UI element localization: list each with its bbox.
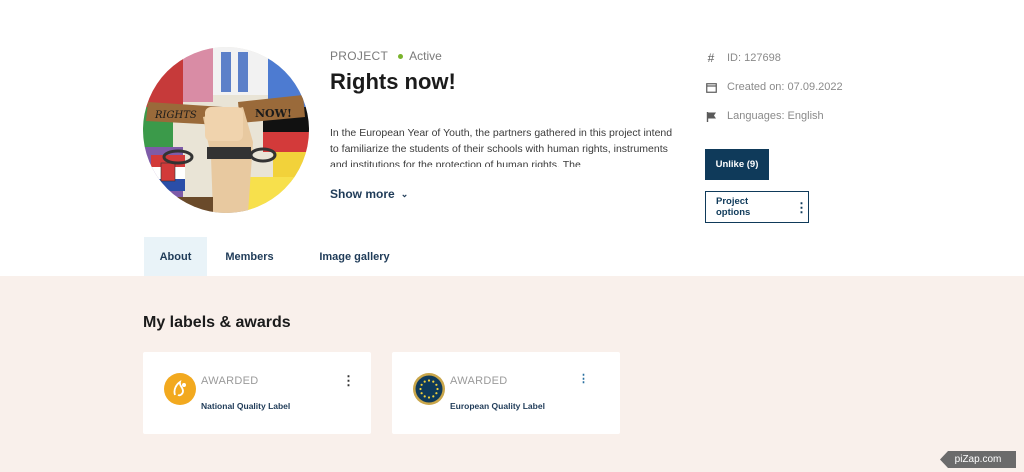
chevron-down-icon: ⌄ [400, 188, 409, 199]
more-vertical-icon[interactable]: ⋮ [342, 374, 355, 387]
award-status: AWARDED [450, 375, 508, 387]
labels-awards-section: My labels & awards AWARDED National Qual… [0, 276, 1024, 472]
status-dot-icon [398, 53, 404, 59]
page-title: Rights now! [330, 69, 456, 94]
project-description: In the European Year of Youth, the partn… [330, 127, 673, 167]
section-title: My labels & awards [143, 314, 291, 331]
project-id-text: ID: 127698 [727, 52, 781, 64]
project-languages: Languages: English [705, 110, 824, 122]
status-text: Active [409, 49, 442, 63]
project-image: RIGHTS NOW! [143, 47, 309, 213]
project-options-button[interactable]: Project options ⋮ [705, 191, 809, 223]
calendar-icon [705, 82, 717, 93]
project-header: RIGHTS NOW! PROJECT Active Rights now! I… [0, 0, 1024, 276]
hash-icon: # [707, 51, 715, 65]
project-type-label: PROJECT [330, 49, 389, 63]
flag-icon [705, 111, 717, 122]
more-vertical-icon: ⋮ [795, 199, 808, 215]
status-badge: Active [398, 49, 442, 63]
unlike-button[interactable]: Unlike (9) [705, 149, 769, 180]
award-label: European Quality Label [450, 401, 545, 411]
more-vertical-icon[interactable]: ⋮ [578, 374, 589, 385]
project-languages-text: Languages: English [727, 110, 824, 122]
project-meta: PROJECT Active [330, 49, 442, 63]
image-text-rights: RIGHTS [154, 110, 197, 121]
national-quality-badge-icon [164, 373, 196, 405]
tab-about[interactable]: About [144, 237, 207, 276]
project-options-label: Project options [716, 196, 751, 218]
award-status: AWARDED [201, 375, 259, 387]
project-tabs: About Members Image gallery [144, 237, 417, 276]
image-text-now: NOW! [255, 107, 292, 120]
award-card-national: AWARDED National Quality Label ⋮ [143, 352, 371, 434]
award-card-european: AWARDED European Quality Label ⋮ [392, 352, 620, 434]
project-id: # ID: 127698 [705, 51, 781, 65]
tab-image-gallery[interactable]: Image gallery [292, 237, 417, 276]
award-label: National Quality Label [201, 401, 291, 411]
watermark: piZap.com [940, 451, 1016, 468]
show-more-label: Show more [330, 187, 395, 201]
show-more-button[interactable]: Show more ⌄ [330, 187, 408, 201]
project-created: Created on: 07.09.2022 [705, 81, 843, 93]
tab-members[interactable]: Members [207, 237, 292, 276]
european-quality-badge-icon [413, 373, 445, 405]
project-created-text: Created on: 07.09.2022 [727, 81, 843, 93]
